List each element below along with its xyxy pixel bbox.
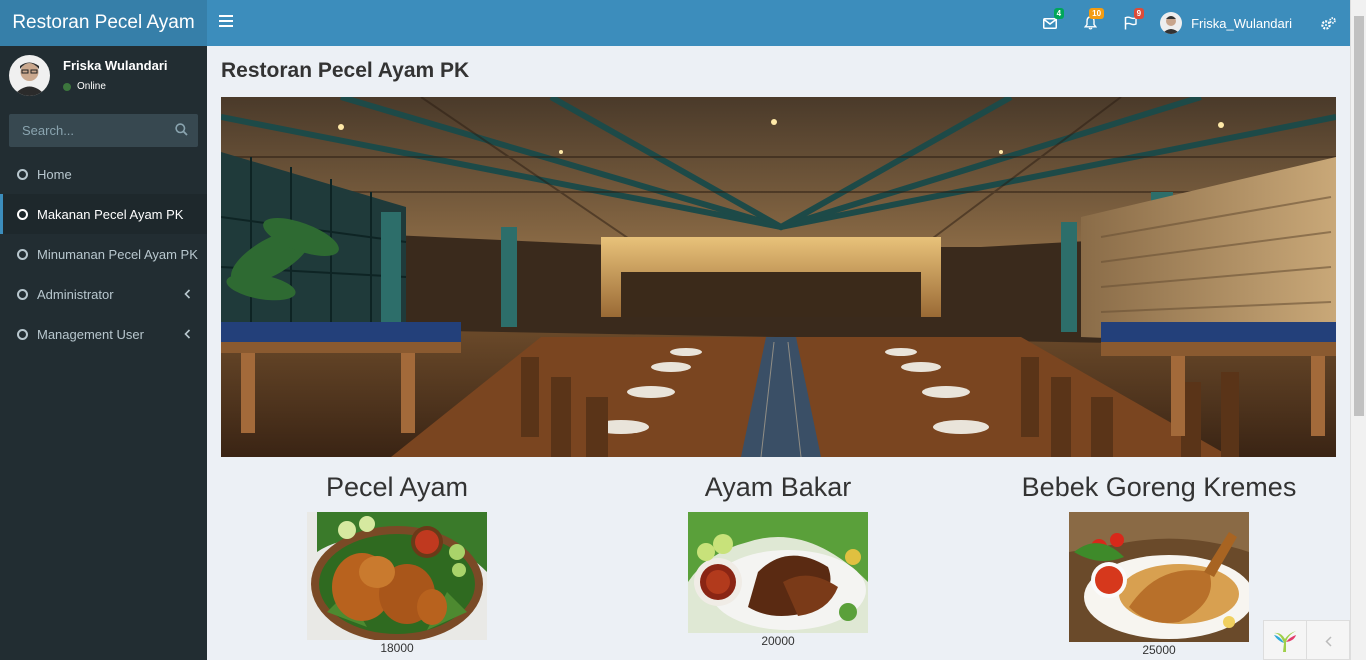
circle-icon	[17, 208, 28, 220]
search-icon[interactable]	[175, 123, 188, 141]
sidebar-item-home[interactable]: Home	[0, 154, 207, 194]
circle-icon	[17, 288, 28, 300]
dish-card: Ayam Bakar 20000	[608, 472, 948, 648]
sidebar-item-label: Makanan Pecel Ayam PK	[37, 206, 184, 222]
sidebar-item-label: Home	[37, 166, 72, 182]
sidebar-toggle-icon[interactable]	[219, 15, 233, 29]
user-panel: Friska Wulandari Online	[0, 46, 207, 114]
header-user-name: Friska_Wulandari	[1191, 15, 1292, 31]
sidebar-item-label: Administrator	[37, 286, 114, 302]
messages-badge: 4	[1053, 8, 1065, 19]
messages-button[interactable]: 4	[1030, 0, 1070, 46]
sidebar-item-minuman[interactable]: Minumanan Pecel Ayam PK	[0, 234, 207, 274]
sidebar-item-label: Minumanan Pecel Ayam PK	[37, 246, 198, 262]
chevron-left-icon	[1324, 635, 1332, 647]
tasks-button[interactable]: 9	[1110, 0, 1150, 46]
sidebar-menu: Home Makanan Pecel Ayam PK Minumanan Pec…	[0, 154, 207, 354]
notifications-button[interactable]: 10	[1070, 0, 1110, 46]
sidebar-avatar	[9, 55, 50, 96]
content-area: Restoran Pecel Ayam PK Pecel Ayam 18000 …	[207, 46, 1350, 660]
notifications-badge: 10	[1089, 8, 1105, 19]
chevron-left-icon	[184, 287, 191, 302]
online-dot-icon	[63, 82, 71, 91]
page-scrollbar[interactable]	[1350, 0, 1366, 660]
sidebar-search	[9, 114, 198, 147]
top-navbar: 4 10 9 Friska_Wulandari	[207, 0, 1350, 46]
dish-name: Pecel Ayam	[325, 472, 469, 502]
restaurant-hero-image	[221, 97, 1336, 457]
search-input[interactable]	[9, 114, 159, 147]
app-logo[interactable]: Restoran Pecel Ayam	[0, 0, 207, 46]
sidebar-item-management-user[interactable]: Management User	[0, 314, 207, 354]
sidebar-user-name: Friska Wulandari	[63, 58, 168, 73]
sidebar: Friska Wulandari Online Home Makanan Pec…	[0, 46, 207, 660]
tasks-badge: 9	[1133, 8, 1145, 19]
page-title: Restoran Pecel Ayam PK	[221, 59, 470, 82]
dish-card: Pecel Ayam 18000	[227, 472, 567, 655]
dish-image-ayam-bakar	[688, 512, 868, 633]
sidebar-item-makanan[interactable]: Makanan Pecel Ayam PK	[0, 194, 207, 234]
user-menu[interactable]: Friska_Wulandari	[1150, 0, 1306, 46]
avatar	[1160, 12, 1183, 34]
debug-toolbar-toggle[interactable]	[1307, 621, 1349, 660]
scrollbar-thumb[interactable]	[1354, 16, 1364, 416]
circle-icon	[17, 328, 28, 340]
envelope-icon	[1043, 17, 1058, 29]
dish-name: Ayam Bakar	[704, 472, 852, 502]
chevron-left-icon	[184, 327, 191, 342]
control-sidebar-button[interactable]	[1306, 0, 1350, 46]
status-label: Online	[77, 81, 106, 92]
dish-image-pecel-ayam	[307, 512, 487, 640]
circle-icon	[17, 168, 28, 180]
gears-icon	[1320, 16, 1336, 30]
dish-name: Bebek Goreng Kremes	[1021, 472, 1297, 502]
user-status: Online	[63, 81, 106, 92]
debug-toolbar	[1263, 620, 1350, 660]
circle-icon	[17, 248, 28, 260]
dish-price: 18000	[380, 641, 414, 655]
yii-logo-icon[interactable]	[1264, 621, 1307, 660]
sidebar-item-label: Management User	[37, 326, 144, 342]
sidebar-item-administrator[interactable]: Administrator	[0, 274, 207, 314]
dish-price: 20000	[761, 634, 795, 648]
dish-image-bebek-goreng-kremes	[1069, 512, 1249, 642]
